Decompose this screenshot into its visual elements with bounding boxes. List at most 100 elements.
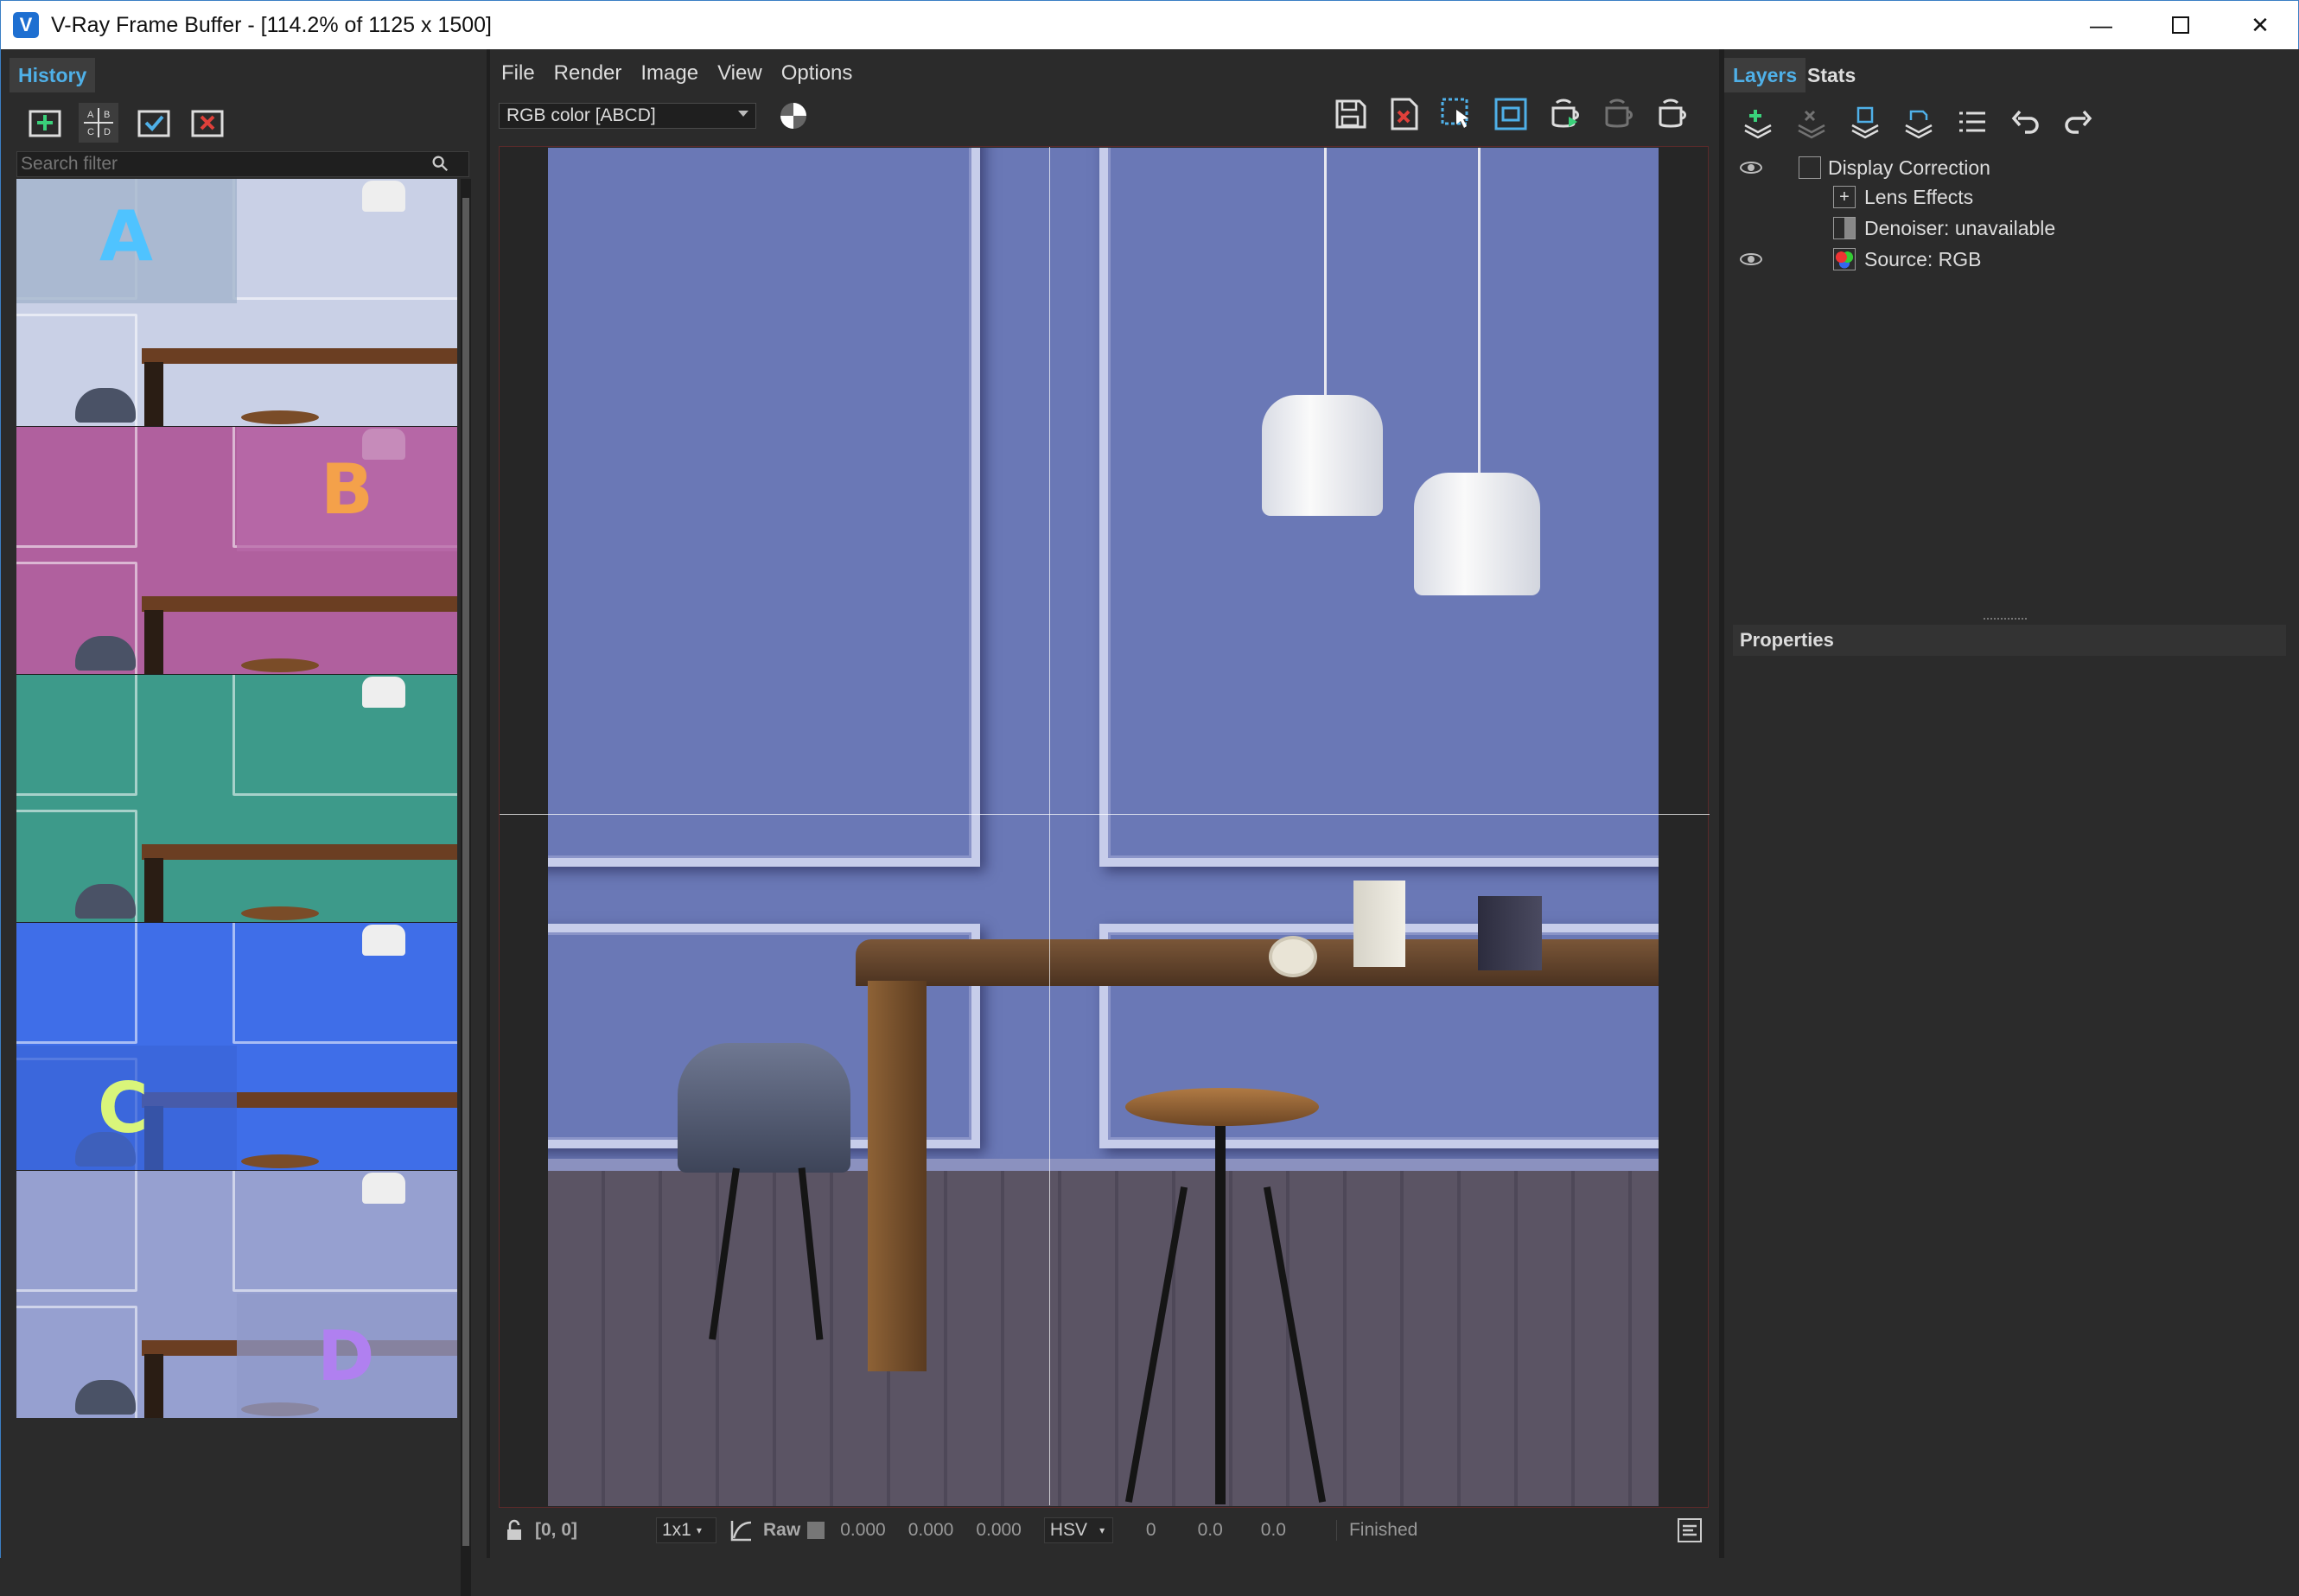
- tab-history[interactable]: History: [10, 58, 96, 92]
- chevron-down-icon: [738, 111, 748, 117]
- delete-layer-button[interactable]: [1792, 103, 1831, 143]
- load-layers-button[interactable]: [1899, 103, 1939, 143]
- load-history-button[interactable]: [134, 103, 174, 143]
- tab-stats[interactable]: Stats: [1799, 58, 1864, 92]
- table-leg: [144, 858, 163, 922]
- layer-label: Display Correction: [1828, 156, 1990, 179]
- title-bar[interactable]: V V-Ray Frame Buffer - [114.2% of 1125 x…: [1, 1, 2298, 49]
- history-thumbnail[interactable]: A: [16, 179, 457, 426]
- crosshair-vertical: [1049, 147, 1050, 1505]
- table-top: [142, 844, 457, 860]
- history-scrollbar[interactable]: [461, 179, 471, 1596]
- visibility-eye-icon[interactable]: [1740, 162, 1762, 174]
- maximize-button[interactable]: [2141, 1, 2220, 49]
- save-layers-button[interactable]: [1845, 103, 1885, 143]
- remove-history-button[interactable]: [188, 103, 227, 143]
- stop-render-button[interactable]: [1598, 94, 1638, 134]
- log-icon[interactable]: [1676, 1517, 1704, 1544]
- cup: [1353, 881, 1405, 967]
- region-render-button[interactable]: [1437, 94, 1477, 134]
- menu-image[interactable]: Image: [633, 61, 706, 86]
- save-to-history-button[interactable]: [25, 103, 65, 143]
- curve-icon[interactable]: [729, 1517, 755, 1543]
- table-top: [142, 596, 457, 612]
- wall-panel: [16, 427, 137, 548]
- compare-letter-c: C: [87, 127, 94, 137]
- load-layers-icon: [1905, 110, 1933, 139]
- channel-select[interactable]: RGB color [ABCD]: [499, 103, 756, 129]
- panel-splitter-grip[interactable]: [1984, 618, 2027, 621]
- minimize-button[interactable]: —: [2061, 1, 2141, 49]
- close-button[interactable]: ✕: [2220, 1, 2299, 49]
- visibility-eye-icon[interactable]: [1740, 253, 1762, 265]
- rendered-image[interactable]: [548, 148, 1659, 1506]
- pendant-lamp: [362, 925, 405, 956]
- lens-effects-icon: +: [1833, 186, 1856, 208]
- history-search[interactable]: [16, 151, 469, 177]
- zoom-select[interactable]: 1x1 ▾: [656, 1517, 716, 1543]
- wall-panel: [232, 179, 457, 300]
- pixel-coords: [0, 0]: [535, 1520, 578, 1540]
- curve-icon: [1799, 156, 1821, 179]
- region-render-icon: [1441, 98, 1468, 128]
- status-bar: [0, 0] 1x1 ▾ Raw 0.000 0.000 0.000 HSV ▾ 0…: [490, 1513, 1719, 1548]
- lock-icon[interactable]: [502, 1517, 528, 1543]
- add-layer-button[interactable]: [1738, 103, 1778, 143]
- compare-letter-b: B: [104, 110, 110, 120]
- ab-compare-icon: A B C D: [84, 108, 113, 137]
- clear-image-button[interactable]: [1384, 94, 1423, 134]
- search-input[interactable]: [17, 153, 430, 175]
- render-button[interactable]: [1652, 94, 1691, 134]
- menu-options[interactable]: Options: [774, 61, 861, 86]
- chevron-down-icon: ▾: [1099, 1524, 1105, 1536]
- color-mode-select[interactable]: HSV ▾: [1043, 1517, 1113, 1543]
- scrollbar-thumb[interactable]: [462, 198, 469, 1546]
- history-thumbnail[interactable]: D: [16, 1171, 457, 1418]
- history-list[interactable]: A B C D: [16, 179, 457, 1418]
- menu-file[interactable]: File: [494, 61, 543, 86]
- zoom-value: 1x1: [662, 1520, 691, 1540]
- layer-lens-effects[interactable]: + Lens Effects: [1724, 182, 2286, 212]
- save-layers-icon: [1851, 106, 1879, 139]
- render-viewport[interactable]: [499, 146, 1710, 1508]
- track-mouse-button[interactable]: [1491, 94, 1531, 134]
- undo-button[interactable]: [2006, 103, 2046, 143]
- ab-compare-button[interactable]: A B C D: [79, 103, 118, 143]
- value-g: 0.000: [908, 1520, 954, 1540]
- search-icon[interactable]: [430, 154, 451, 175]
- color-corrections-toggle-icon[interactable]: [780, 103, 806, 129]
- stool-seat: [241, 906, 319, 920]
- pendant-lamp: [362, 181, 405, 212]
- layer-display-correction[interactable]: Display Correction: [1724, 153, 2286, 182]
- wall-panel: [232, 923, 457, 1044]
- wall-panel: [16, 675, 137, 796]
- render-interactive-icon: [1551, 99, 1579, 128]
- layer-list-icon: [1959, 111, 1985, 132]
- wall-panel: [16, 1171, 137, 1292]
- lamp-cord: [1324, 148, 1327, 395]
- redo-button[interactable]: [2058, 103, 2098, 143]
- save-image-button[interactable]: [1330, 94, 1370, 134]
- layers-panel: Layers Stats Display Correction + Lens E…: [1724, 49, 2299, 1558]
- stool-seat: [241, 1154, 319, 1168]
- render-interactive-button[interactable]: [1544, 94, 1584, 134]
- raw-label: Raw: [763, 1520, 801, 1540]
- history-thumbnail[interactable]: B: [16, 427, 457, 674]
- layer-list-button[interactable]: [1952, 103, 1992, 143]
- table-top: [142, 348, 457, 364]
- pendant-lamp: [362, 677, 405, 708]
- history-thumbnail[interactable]: C: [16, 923, 457, 1170]
- compare-letter-label: C: [98, 1068, 149, 1148]
- layer-denoiser[interactable]: Denoiser: unavailable: [1724, 213, 2286, 243]
- bucket: [1478, 896, 1542, 970]
- wall-panel: [16, 923, 137, 1044]
- menu-view[interactable]: View: [710, 61, 770, 86]
- history-thumbnail[interactable]: [16, 675, 457, 922]
- vray-logo-icon: V: [13, 12, 39, 38]
- value-s: 0.0: [1197, 1520, 1223, 1540]
- clear-image-icon: [1391, 98, 1418, 130]
- wall-panel: [232, 1171, 457, 1292]
- menu-render[interactable]: Render: [546, 61, 630, 86]
- layer-source-rgb[interactable]: Source: RGB: [1724, 245, 2286, 274]
- tab-layers[interactable]: Layers: [1724, 58, 1806, 92]
